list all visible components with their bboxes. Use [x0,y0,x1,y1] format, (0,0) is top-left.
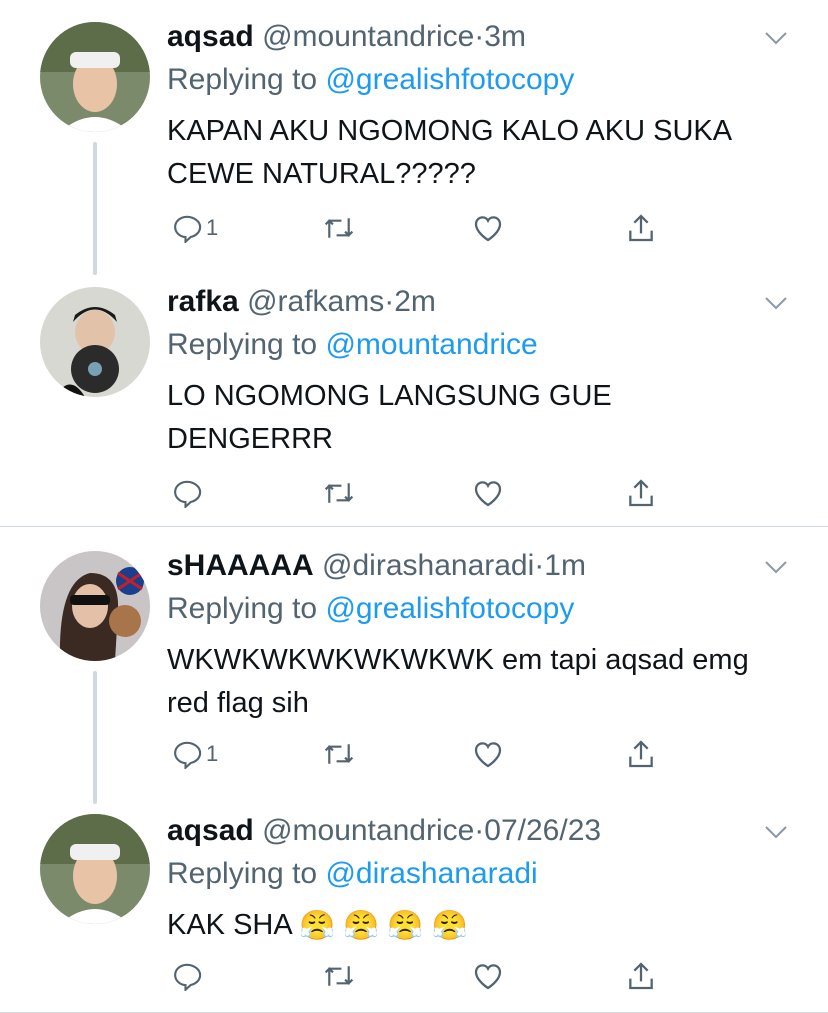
replying-to: Replying to @dirashanaradi [167,857,538,891]
chevron-down-icon[interactable] [764,295,788,311]
action-bar: 1 [167,208,687,248]
retweet-button[interactable] [322,473,356,513]
share-icon [629,962,653,990]
reply-icon [174,741,202,769]
chevron-down-icon[interactable] [764,30,788,46]
separator: · [534,549,545,582]
user-handle[interactable]: @dirashanaradi [322,549,534,582]
mention-link[interactable]: @dirashanaradi [325,857,537,890]
display-name[interactable]: aqsad [167,814,254,847]
like-button[interactable] [472,473,504,513]
thread-line [93,142,97,275]
timestamp[interactable]: 3m [484,20,526,53]
chevron-down-icon[interactable] [764,824,788,840]
tweet-text: KAK SHA 😤 😤 😤 😤 [167,904,807,948]
share-button[interactable] [625,208,657,248]
mention-link[interactable]: @grealishfotocopy [325,592,574,625]
replying-prefix: Replying to [167,592,318,625]
heart-icon [474,964,502,990]
reply-count: 1 [206,215,219,240]
replying-to: Replying to @grealishfotocopy [167,592,574,626]
like-button[interactable] [472,956,504,996]
heart-icon [474,742,502,768]
share-icon [629,740,653,768]
display-name[interactable]: aqsad [167,20,254,53]
replying-prefix: Replying to [167,857,318,890]
chevron-down-icon[interactable] [764,559,788,575]
separator: · [384,285,395,318]
action-bar [167,473,687,513]
avatar[interactable] [40,287,150,397]
heart-icon [474,216,502,242]
tweet-1[interactable]: aqsad @mountandrice·3m Replying to @grea… [0,0,828,275]
avatar[interactable] [40,814,150,924]
thread-line [93,671,97,804]
tweet-4[interactable]: aqsad @mountandrice·07/26/23 Replying to… [0,794,828,1013]
user-handle[interactable]: @mountandrice [262,20,474,53]
share-button[interactable] [625,473,657,513]
timestamp[interactable]: 07/26/23 [484,814,601,847]
replying-prefix: Replying to [167,328,318,361]
reply-icon [174,963,202,991]
reply-count: 1 [206,741,219,766]
mention-link[interactable]: @grealishfotocopy [325,63,574,96]
retweet-icon [324,483,354,503]
retweet-icon [324,744,354,764]
mention-link[interactable]: @mountandrice [325,328,537,361]
tweet-text: KAPAN AKU NGOMONG KALO AKU SUKA CEWE NAT… [167,115,731,190]
action-bar [167,956,687,996]
separator: · [474,20,485,53]
share-button[interactable] [625,734,657,774]
tweet-2[interactable]: rafka @rafkams·2m Replying to @mountandr… [0,265,828,527]
emoji-huffing: 😤 [299,909,336,942]
retweet-icon [324,966,354,986]
tweet-text: LO NGOMONG LANGSUNG GUE DENGERRR [167,380,612,455]
share-icon [629,479,653,507]
retweet-button[interactable] [322,734,356,774]
reply-button[interactable]: 1 [172,208,218,248]
user-handle[interactable]: @rafkams [247,285,384,318]
display-name[interactable]: rafka [167,285,239,318]
avatar[interactable] [40,22,150,132]
reply-button[interactable]: 1 [172,734,218,774]
like-button[interactable] [472,208,504,248]
reply-icon [174,480,202,508]
tweet-text: WKWKWKWKWKWKWK em tapi aqsad emg red fla… [167,644,749,719]
replying-prefix: Replying to [167,63,318,96]
retweet-icon [324,218,354,238]
divider [0,526,828,527]
replying-to: Replying to @grealishfotocopy [167,63,574,97]
heart-icon [474,481,502,507]
retweet-button[interactable] [322,956,356,996]
user-handle[interactable]: @mountandrice [262,814,474,847]
reply-button[interactable] [172,956,206,996]
emoji-huffing: 😤 [343,909,380,942]
action-bar: 1 [167,734,687,774]
emoji-huffing: 😤 [387,909,424,942]
reply-button[interactable] [172,473,206,513]
timestamp[interactable]: 2m [394,285,436,318]
like-button[interactable] [472,734,504,774]
share-button[interactable] [625,956,657,996]
avatar[interactable] [40,551,150,661]
reply-icon [174,215,202,243]
display-name[interactable]: sHAAAAA [167,549,314,582]
retweet-button[interactable] [322,208,356,248]
share-icon [629,214,653,242]
tweet-text-content: KAK SHA [167,909,292,941]
emoji-huffing: 😤 [431,909,468,942]
replying-to: Replying to @mountandrice [167,328,538,362]
timestamp[interactable]: 1m [544,549,586,582]
separator: · [474,814,485,847]
tweet-3[interactable]: sHAAAAA @dirashanaradi·1m Replying to @g… [0,529,828,804]
